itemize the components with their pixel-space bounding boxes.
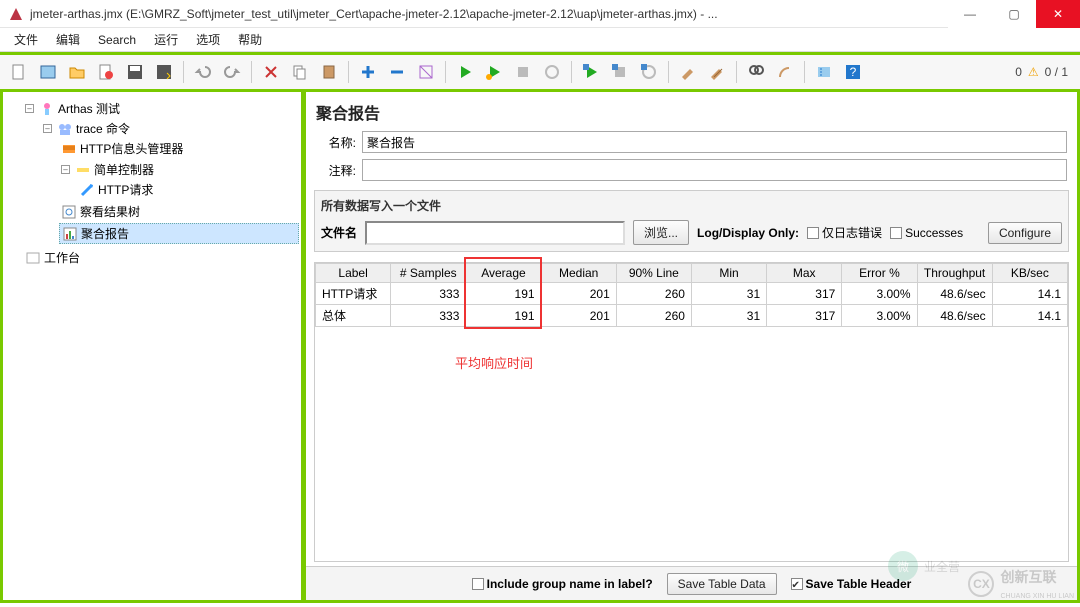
col-throughput[interactable]: Throughput [917, 264, 992, 283]
col-error[interactable]: Error % [842, 264, 917, 283]
configure-button[interactable]: Configure [988, 222, 1062, 244]
search-button[interactable] [743, 59, 769, 85]
svg-text:?: ? [850, 65, 857, 79]
successes-checkbox[interactable]: Successes [890, 226, 963, 240]
menubar: 文件 编辑 Search 运行 选项 帮助 [0, 28, 1080, 52]
toggle-button[interactable] [413, 59, 439, 85]
remote-shutdown-button[interactable] [636, 59, 662, 85]
logdisplay-label: Log/Display Only: [697, 226, 799, 240]
browse-button[interactable]: 浏览... [633, 220, 689, 245]
function-helper-button[interactable] [811, 59, 837, 85]
watermark-round: 微业全营 [888, 551, 960, 581]
undo-button[interactable] [190, 59, 216, 85]
maximize-button[interactable]: ▢ [992, 0, 1036, 28]
save-as-button[interactable] [151, 59, 177, 85]
toolbar-status: 0 ⚠ 0 / 1 [1015, 65, 1074, 79]
menu-search[interactable]: Search [90, 31, 144, 49]
comment-label: 注释: [316, 162, 356, 179]
status-left: 0 [1015, 65, 1022, 79]
results-table: Label # Samples Average Median 90% Line … [314, 262, 1069, 562]
cut-button[interactable] [258, 59, 284, 85]
errors-only-checkbox[interactable]: 仅日志错误 [807, 224, 882, 241]
stop-button[interactable] [510, 59, 536, 85]
paste-button[interactable] [316, 59, 342, 85]
menu-options[interactable]: 选项 [188, 29, 228, 50]
start-no-timers-button[interactable] [481, 59, 507, 85]
col-p90[interactable]: 90% Line [616, 264, 691, 283]
help-button[interactable]: ? [840, 59, 866, 85]
tree-http-request[interactable]: HTTP请求 [77, 180, 299, 199]
reset-search-button[interactable] [772, 59, 798, 85]
window-title: jmeter-arthas.jmx (E:\GMRZ_Soft\jmeter_t… [30, 7, 948, 21]
add-button[interactable] [355, 59, 381, 85]
close-button[interactable]: ✕ [1036, 0, 1080, 28]
col-samples[interactable]: # Samples [391, 264, 466, 283]
name-field[interactable] [362, 131, 1067, 153]
table-row[interactable]: 总体 333 191 201 260 31 317 3.00% 48.6/sec… [316, 305, 1068, 327]
redo-button[interactable] [219, 59, 245, 85]
panel-title: 聚合报告 [306, 92, 1077, 128]
col-average[interactable]: Average [466, 264, 541, 283]
titlebar: jmeter-arthas.jmx (E:\GMRZ_Soft\jmeter_t… [0, 0, 1080, 28]
tree-view-results-tree[interactable]: 察看结果树 [59, 202, 299, 221]
tree-test-plan[interactable]: –Arthas 测试 [23, 99, 299, 118]
table-row[interactable]: HTTP请求 333 191 201 260 31 317 3.00% 48.6… [316, 283, 1068, 305]
app-icon [8, 6, 24, 22]
templates-button[interactable] [35, 59, 61, 85]
start-button[interactable] [452, 59, 478, 85]
new-button[interactable] [6, 59, 32, 85]
menu-help[interactable]: 帮助 [230, 29, 270, 50]
menu-file[interactable]: 文件 [6, 29, 46, 50]
warn-icon: ⚠ [1028, 65, 1039, 79]
minimize-button[interactable]: — [948, 0, 992, 28]
open-button[interactable] [64, 59, 90, 85]
comment-field[interactable] [362, 159, 1067, 181]
copy-button[interactable] [287, 59, 313, 85]
include-group-checkbox[interactable]: Include group name in label? [472, 577, 653, 591]
file-label: 文件名 [321, 224, 357, 241]
col-max[interactable]: Max [767, 264, 842, 283]
col-kbsec[interactable]: KB/sec [992, 264, 1067, 283]
content-panel: 聚合报告 名称: 注释: 所有数据写入一个文件 文件名 浏览... Log/Di… [303, 92, 1077, 600]
col-min[interactable]: Min [691, 264, 766, 283]
remote-start-button[interactable] [578, 59, 604, 85]
watermark: CX 创新互联CHUANG XIN HU LIAN [968, 567, 1074, 601]
tree-aggregate-report[interactable]: 聚合报告 [59, 223, 299, 244]
clear-all-button[interactable] [704, 59, 730, 85]
fs-legend: 所有数据写入一个文件 [321, 197, 1062, 214]
save-table-button[interactable]: Save Table Data [667, 573, 777, 595]
status-right: 0 / 1 [1045, 65, 1068, 79]
remote-stop-button[interactable] [607, 59, 633, 85]
annotation-average: 平均响应时间 [455, 353, 533, 372]
bottom-bar: Include group name in label? Save Table … [306, 566, 1077, 600]
tree-workbench[interactable]: 工作台 [23, 248, 299, 267]
col-median[interactable]: Median [541, 264, 616, 283]
toolbar: ? 0 ⚠ 0 / 1 [0, 52, 1080, 92]
menu-run[interactable]: 运行 [146, 29, 186, 50]
menu-edit[interactable]: 编辑 [48, 29, 88, 50]
name-label: 名称: [316, 134, 356, 151]
save-button[interactable] [122, 59, 148, 85]
tree-simple-controller[interactable]: –简单控制器 [59, 160, 299, 179]
col-label[interactable]: Label [316, 264, 391, 283]
clear-button[interactable] [675, 59, 701, 85]
tree-thread-group[interactable]: –trace 命令 [41, 119, 299, 138]
shutdown-button[interactable] [539, 59, 565, 85]
filename-field[interactable] [365, 221, 625, 245]
test-plan-tree[interactable]: –Arthas 测试 –trace 命令 HTTP信息头管理器 –简单控制器 H… [3, 92, 303, 600]
close-file-button[interactable] [93, 59, 119, 85]
remove-button[interactable] [384, 59, 410, 85]
tree-header-manager[interactable]: HTTP信息头管理器 [59, 139, 299, 158]
